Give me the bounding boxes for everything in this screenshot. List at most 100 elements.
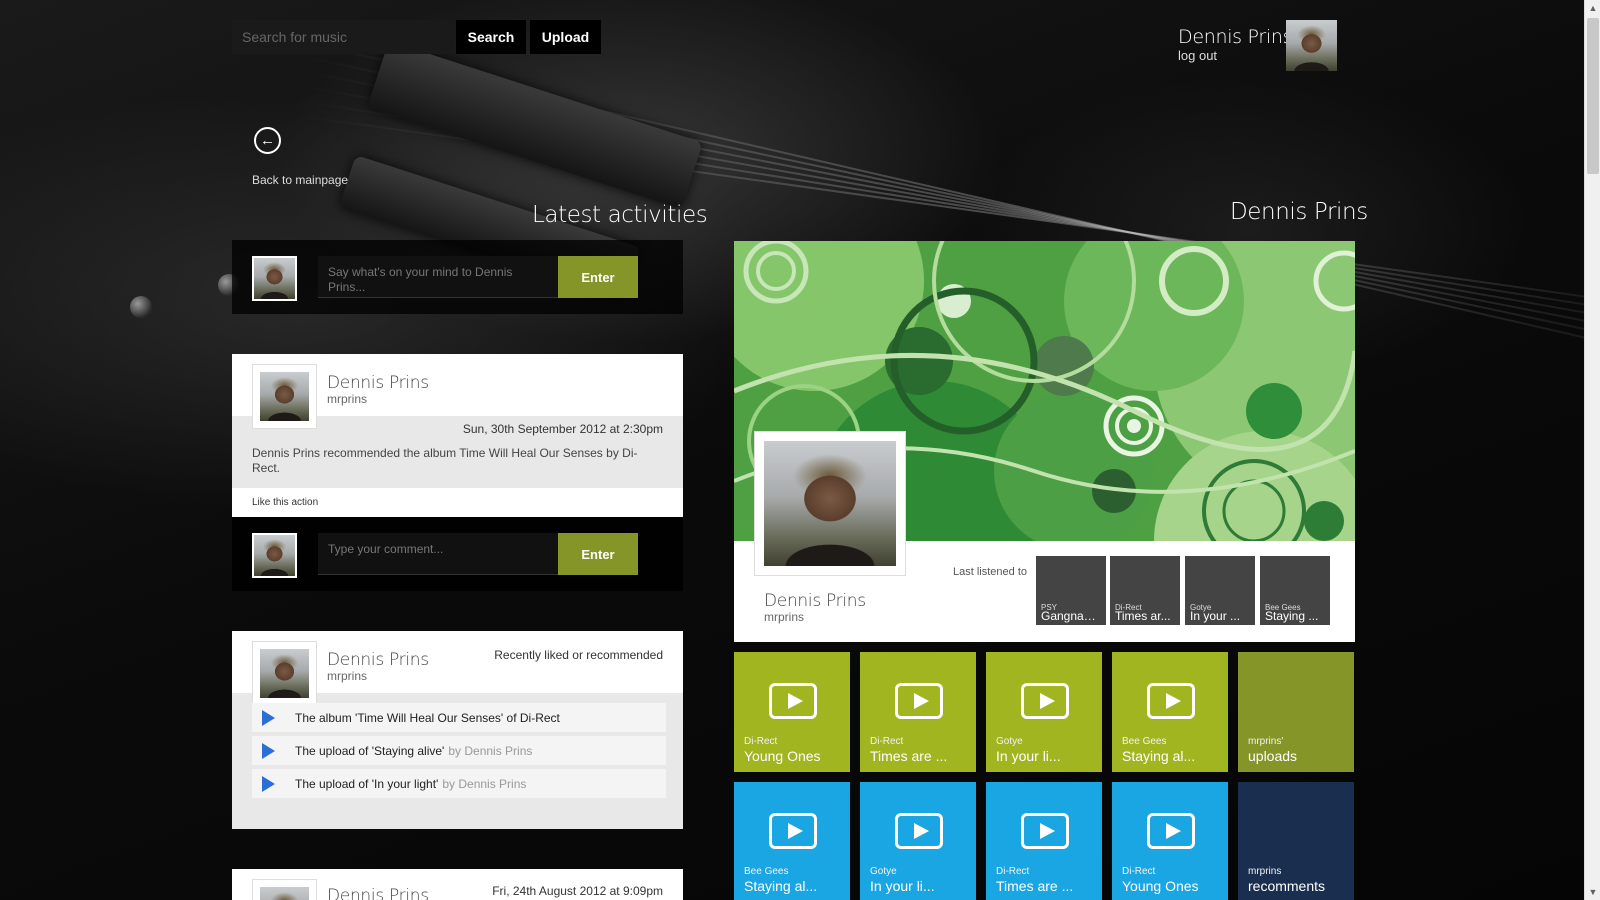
song-tile[interactable]: Di-Rect Young Ones [734, 652, 850, 772]
play-video-icon [769, 813, 817, 849]
play-video-icon [1021, 813, 1069, 849]
recommendation-item[interactable]: The upload of 'Staying alive' by Dennis … [252, 736, 666, 765]
tile-song: In your ... [1190, 609, 1241, 623]
comment-enter-button[interactable]: Enter [558, 533, 638, 575]
recommendation-text: The upload of 'In your light' [295, 776, 439, 791]
recommendation-text: The upload of 'Staying alive' [295, 743, 445, 758]
song-tile[interactable]: Gotye In your li... [860, 782, 976, 900]
play-video-icon [769, 683, 817, 719]
activity-user-handle: mrprins [327, 392, 368, 406]
current-user-avatar[interactable] [1286, 20, 1337, 71]
play-video-icon [895, 813, 943, 849]
activity-user-name[interactable]: Dennis Prins [327, 650, 429, 670]
recommendations-card: Dennis Prins mrprins Recently liked or r… [232, 631, 683, 829]
tile-song: Young Ones [744, 748, 821, 764]
last-listened-tile[interactable]: PSY Gangnam ... [1036, 556, 1106, 625]
play-video-icon [1021, 683, 1069, 719]
tile-song: Gangnam ... [1041, 609, 1103, 623]
back-link[interactable]: Back to mainpage [252, 173, 348, 187]
recommendation-by[interactable]: by Dennis Prins [448, 744, 532, 758]
recommendation-by[interactable]: by Dennis Prins [442, 777, 526, 791]
logout-link[interactable]: log out [1178, 48, 1217, 63]
play-video-icon [1147, 683, 1195, 719]
song-tile[interactable]: Di-Rect Times are ... [860, 652, 976, 772]
tile-song: Times are ... [870, 748, 948, 764]
activity-avatar[interactable] [252, 641, 317, 706]
back-arrow-icon[interactable]: ← [254, 127, 281, 154]
tile-label: recomments [1248, 878, 1326, 894]
activity-user-name[interactable]: Dennis Prins [327, 886, 429, 900]
play-icon[interactable] [262, 775, 275, 792]
tile-artist: Gotye [870, 866, 897, 877]
song-tile[interactable]: Di-Rect Young Ones [1112, 782, 1228, 900]
last-listened-tile[interactable]: Bee Gees Staying ... [1260, 556, 1330, 625]
tile-owner: mrprins [1248, 866, 1282, 877]
tile-owner: mrprins' [1248, 736, 1284, 747]
play-icon[interactable] [262, 709, 275, 726]
activity-avatar[interactable] [252, 364, 317, 429]
song-tile[interactable]: Di-Rect Times are ... [986, 782, 1102, 900]
profile-title: Dennis Prins [1230, 199, 1368, 225]
activity-card: Dennis Prins mrprins Sun, 30th September… [232, 354, 683, 517]
last-listened-tile[interactable]: Di-Rect Times ar... [1110, 556, 1180, 625]
scroll-down-icon[interactable]: ▼ [1585, 884, 1600, 900]
uploads-tile[interactable]: mrprins' uploads [1238, 652, 1354, 772]
post-enter-button[interactable]: Enter [558, 256, 638, 298]
activity-date: Sun, 30th September 2012 at 2:30pm [462, 422, 663, 436]
song-tile[interactable]: Bee Gees Staying al... [734, 782, 850, 900]
tile-song: Young Ones [1122, 878, 1199, 894]
like-action-link[interactable]: Like this action [252, 497, 318, 508]
recommendations-heading: Recently liked or recommended [494, 648, 663, 662]
activity-user-handle: mrprins [327, 669, 368, 683]
play-video-icon [895, 683, 943, 719]
recommendation-item[interactable]: The album 'Time Will Heal Our Senses' of… [252, 703, 666, 732]
tile-song: Staying ... [1265, 609, 1319, 623]
commenter-avatar [252, 533, 297, 578]
play-video-icon [1147, 813, 1195, 849]
recommendation-text: The album 'Time Will Heal Our Senses' of… [295, 710, 560, 725]
upload-button[interactable]: Upload [530, 20, 601, 54]
song-tile[interactable]: Bee Gees Staying al... [1112, 652, 1228, 772]
tile-artist: Di-Rect [996, 866, 1030, 877]
recommendations-tile[interactable]: mrprins recomments [1238, 782, 1354, 900]
tile-artist: Di-Rect [1122, 866, 1156, 877]
poster-avatar [252, 256, 297, 301]
tile-artist: Bee Gees [1122, 736, 1167, 747]
scrollbar-thumb[interactable] [1587, 18, 1599, 174]
tile-artist: Di-Rect [744, 736, 778, 747]
profile-name: Dennis Prins [764, 591, 866, 611]
scroll-up-icon[interactable]: ▲ [1585, 0, 1600, 16]
search-button[interactable]: Search [456, 20, 526, 54]
activity-avatar[interactable] [252, 879, 317, 900]
last-listened-label: Last listened to [953, 566, 1027, 578]
play-icon[interactable] [262, 742, 275, 759]
current-user-name[interactable]: Dennis Prins [1178, 26, 1292, 48]
tile-artist: Gotye [996, 736, 1023, 747]
activity-user-name[interactable]: Dennis Prins [327, 373, 429, 393]
comment-box: Type your comment... Enter [232, 517, 683, 591]
search-input[interactable] [232, 20, 454, 54]
song-tile[interactable]: Gotye In your li... [986, 652, 1102, 772]
status-post-box: Say what's on your mind to Dennis Prins.… [232, 240, 683, 314]
activity-text: Dennis Prins recommended the album Time … [252, 446, 638, 475]
activities-title: Latest activities [532, 202, 708, 228]
profile-photo[interactable] [754, 431, 906, 576]
tile-song: In your li... [996, 748, 1061, 764]
activity-card: Dennis Prins Fri, 24th August 2012 at 9:… [232, 869, 683, 900]
tile-song: In your li... [870, 878, 935, 894]
tile-artist: Bee Gees [744, 866, 789, 877]
recommendation-item[interactable]: The upload of 'In your light' by Dennis … [252, 769, 666, 798]
last-listened-tile[interactable]: Gotye In your ... [1185, 556, 1255, 625]
tile-song: Times are ... [996, 878, 1074, 894]
profile-panel: Dennis Prins mrprins Last listened to PS… [734, 241, 1355, 642]
comment-input[interactable]: Type your comment... [318, 533, 558, 575]
tile-song: Times ar... [1115, 609, 1171, 623]
tile-label: uploads [1248, 748, 1298, 764]
page-scrollbar[interactable]: ▲ ▼ [1584, 0, 1600, 900]
profile-handle: mrprins [764, 610, 805, 624]
status-input[interactable]: Say what's on your mind to Dennis Prins.… [318, 256, 558, 298]
tile-artist: Di-Rect [870, 736, 904, 747]
tile-song: Staying al... [1122, 748, 1196, 764]
tile-song: Staying al... [744, 878, 818, 894]
activity-date: Fri, 24th August 2012 at 9:09pm [492, 884, 663, 898]
